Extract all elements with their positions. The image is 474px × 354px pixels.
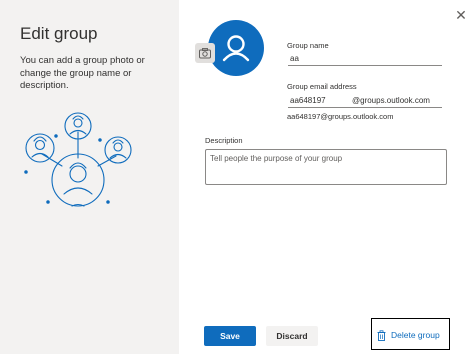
email-preview: aa648197@groups.outlook.com	[287, 112, 394, 121]
description-field[interactable]	[205, 149, 447, 185]
save-button[interactable]: Save	[204, 326, 256, 346]
people-illustration	[24, 112, 132, 207]
discard-button[interactable]: Discard	[266, 326, 318, 346]
camera-icon	[199, 48, 211, 59]
email-domain-suffix: @groups.outlook.com	[352, 96, 430, 105]
group-name-input[interactable]	[288, 52, 442, 66]
group-avatar[interactable]	[208, 20, 264, 76]
edit-group-dialog: Edit group You can add a group photo or …	[0, 0, 474, 354]
trash-icon	[377, 329, 386, 341]
group-name-label: Group name	[287, 41, 329, 50]
delete-group-button[interactable]: Delete group	[377, 329, 440, 341]
info-pane: Edit group You can add a group photo or …	[0, 0, 179, 354]
dialog-title: Edit group	[20, 24, 98, 43]
dialog-description: You can add a group photo or change the …	[20, 55, 145, 91]
delete-group-label: Delete group	[391, 330, 440, 340]
change-photo-button[interactable]	[195, 43, 215, 63]
group-email-label: Group email address	[287, 82, 357, 91]
description-label: Description	[205, 136, 243, 145]
avatar-person-icon	[222, 35, 250, 62]
close-icon[interactable]: ✕	[454, 8, 468, 22]
